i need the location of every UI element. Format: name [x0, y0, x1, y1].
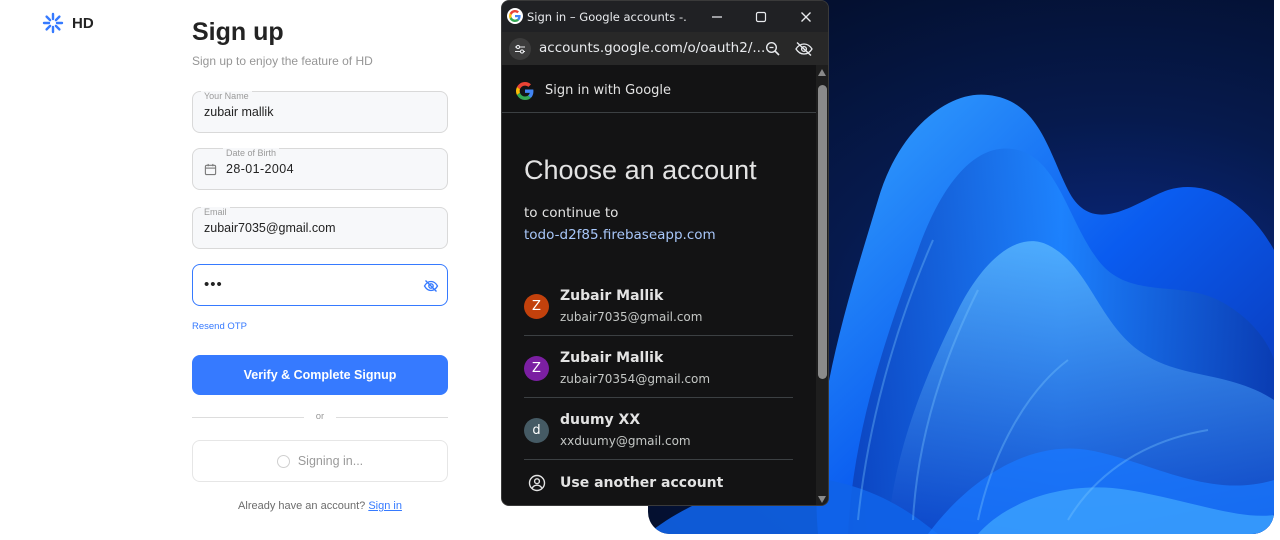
popup-scrollbar[interactable] [816, 65, 828, 505]
or-divider: or [192, 411, 448, 425]
signin-link[interactable]: Sign in [368, 500, 402, 512]
resend-otp-link[interactable]: Resend OTP [192, 321, 247, 332]
google-logo-icon [516, 82, 534, 100]
use-another-account-label: Use another account [560, 475, 724, 491]
maximize-icon [755, 11, 767, 22]
url-text[interactable]: accounts.google.com/o/oauth2/... [539, 40, 765, 56]
google-status-text: Signing in... [297, 454, 364, 468]
account-circle-icon [528, 474, 546, 492]
email-value[interactable]: zubair7035@gmail.com [204, 221, 336, 235]
name-label: Your Name [201, 91, 252, 101]
otp-field[interactable]: ••• [192, 264, 448, 306]
name-value[interactable]: zubair mallik [204, 105, 273, 119]
address-bar[interactable]: accounts.google.com/o/oauth2/... [502, 32, 828, 65]
eye-off-icon[interactable] [423, 278, 439, 294]
account-email: xxduumy@gmail.com [560, 434, 691, 448]
zoom-icon[interactable] [764, 40, 782, 58]
email-field[interactable]: Email zubair7035@gmail.com [192, 207, 448, 249]
signin-prompt: Already have an account? Sign in [192, 500, 448, 512]
app-domain-link[interactable]: todo-d2f85.firebaseapp.com [524, 227, 716, 243]
loading-spinner-icon [276, 454, 290, 468]
account-email: zubair7035@gmail.com [560, 310, 703, 324]
page-subtitle: Sign up to enjoy the feature of HD [192, 54, 373, 68]
account-name: duumy XX [560, 412, 641, 428]
google-signin-button[interactable]: Signing in... [192, 440, 448, 482]
spark-logo-icon [42, 12, 64, 34]
dob-label: Date of Birth [223, 148, 280, 158]
account-item[interactable]: Z Zubair Mallik zubair70354@gmail.com [524, 336, 793, 398]
use-another-account-button[interactable]: Use another account [524, 461, 793, 505]
account-item[interactable]: d duumy XX xxduumy@gmail.com [524, 398, 793, 460]
divider-line [336, 417, 448, 418]
google-signin-popup: Sign in – Google accounts -... accounts.… [501, 0, 829, 506]
close-icon [801, 11, 811, 22]
choose-account-heading: Choose an account [524, 155, 757, 185]
dob-field[interactable]: Date of Birth 28-01-2004 [192, 148, 448, 190]
app-logo: HD [42, 12, 94, 34]
calendar-icon[interactable] [204, 163, 217, 176]
account-name: Zubair Mallik [560, 288, 664, 304]
account-item[interactable]: Z Zubair Mallik zubair7035@gmail.com [524, 274, 793, 336]
scroll-thumb[interactable] [818, 85, 827, 379]
window-title: Sign in – Google accounts -... [527, 10, 687, 24]
avatar: Z [524, 294, 549, 319]
signin-prompt-text: Already have an account? [238, 500, 366, 512]
site-settings-icon[interactable] [509, 38, 531, 60]
google-header-text: Sign in with Google [545, 83, 672, 98]
verify-signup-button[interactable]: Verify & Complete Signup [192, 355, 448, 395]
name-field[interactable]: Your Name zubair mallik [192, 91, 448, 133]
avatar: d [524, 418, 549, 443]
minimize-button[interactable] [695, 1, 739, 32]
account-email: zubair70354@gmail.com [560, 372, 711, 386]
avatar: Z [524, 356, 549, 381]
google-favicon-icon [507, 8, 523, 24]
popup-content: Sign in with Google Choose an account to… [502, 65, 816, 505]
page-title: Sign up [192, 18, 284, 46]
close-button[interactable] [784, 1, 828, 32]
account-name: Zubair Mallik [560, 350, 664, 366]
otp-value[interactable]: ••• [204, 276, 223, 293]
minimize-icon [712, 15, 722, 18]
maximize-button[interactable] [739, 1, 783, 32]
logo-text: HD [72, 14, 94, 32]
dob-value[interactable]: 28-01-2004 [226, 162, 294, 176]
scroll-up-arrow-icon[interactable] [818, 69, 826, 76]
tracking-protection-eye-off-icon[interactable] [794, 40, 814, 58]
google-header: Sign in with Google [502, 65, 816, 113]
scroll-down-arrow-icon[interactable] [818, 496, 826, 503]
window-titlebar[interactable]: Sign in – Google accounts -... [502, 1, 828, 32]
email-label: Email [201, 207, 230, 217]
continue-text: to continue to [524, 205, 619, 221]
